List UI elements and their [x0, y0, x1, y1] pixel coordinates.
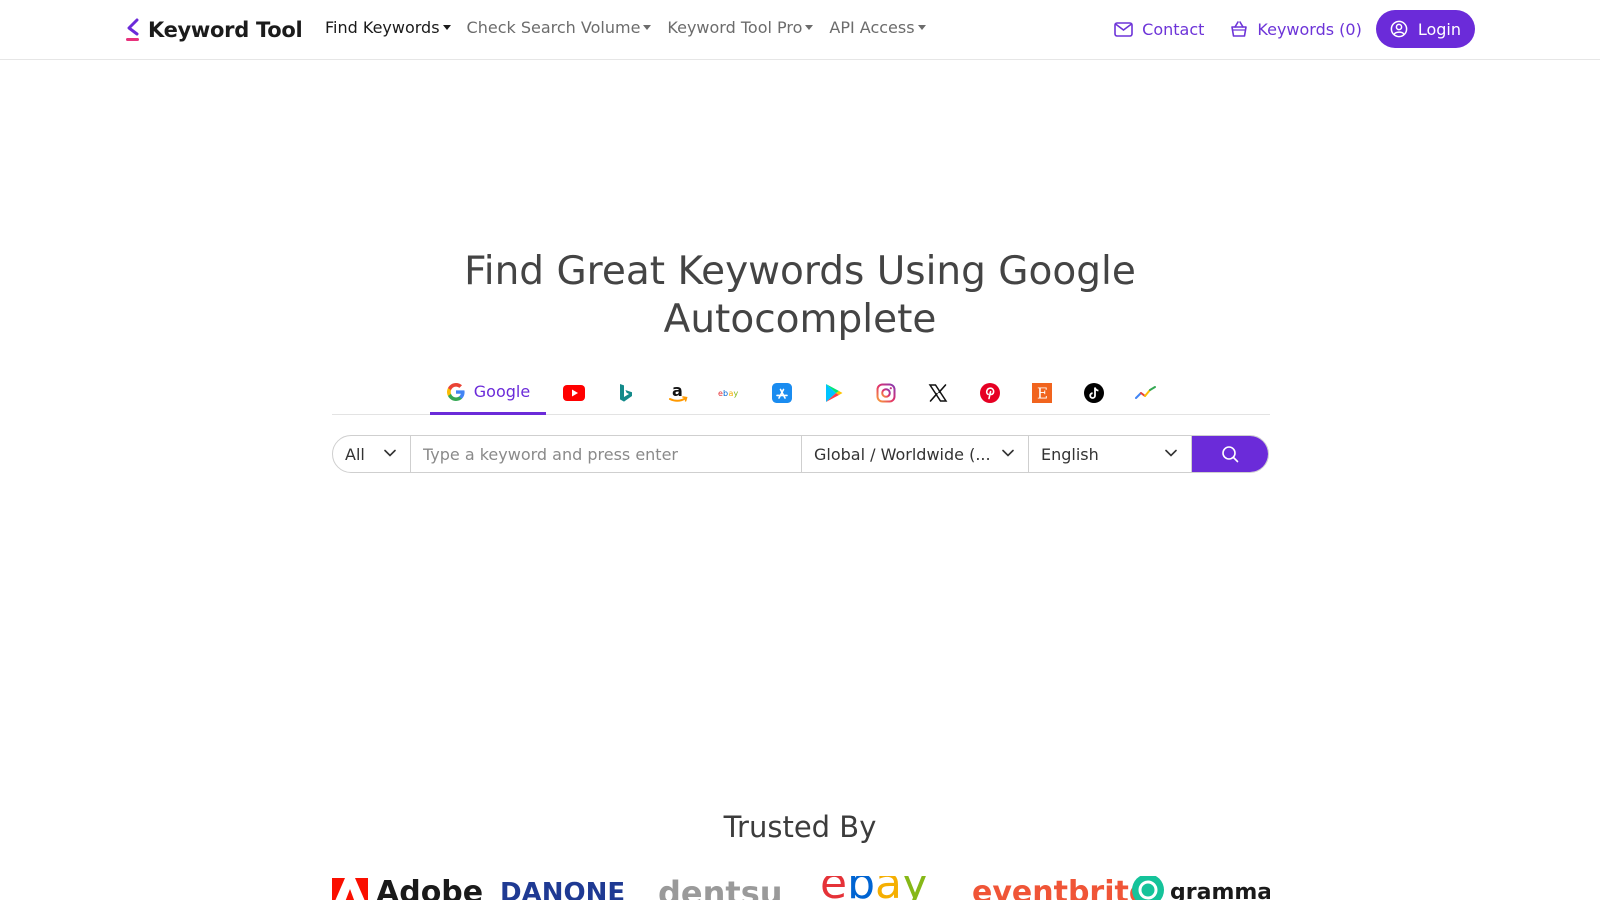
app-store-icon — [772, 383, 792, 403]
keyword-tool-logo-icon — [126, 18, 139, 41]
instagram-icon — [876, 383, 896, 403]
caret-down-icon — [643, 25, 652, 30]
nav-check-search-volume[interactable]: Check Search Volume — [467, 18, 652, 37]
nav-find-keywords[interactable]: Find Keywords — [325, 18, 451, 37]
brand-logo-eventbrite: eventbrite — [972, 876, 1150, 900]
keyword-input-wrapper — [411, 436, 802, 472]
basket-icon — [1231, 21, 1248, 37]
logo[interactable]: Keyword Tool — [124, 14, 303, 46]
svg-text:y: y — [734, 389, 739, 398]
language-value: English — [1041, 444, 1099, 464]
tab-bing[interactable] — [604, 371, 648, 415]
tab-x[interactable] — [916, 371, 960, 415]
tab-instagram[interactable] — [864, 371, 908, 415]
brand-logo-dentsu: dentsu — [658, 876, 783, 900]
envelope-icon — [1114, 21, 1133, 37]
ebay-letter-y: y — [902, 876, 928, 900]
logo-text: Keyword Tool — [148, 18, 303, 42]
tab-youtube[interactable] — [552, 371, 596, 415]
brand-name: Adobe — [376, 876, 484, 900]
tab-etsy[interactable]: E — [1020, 371, 1064, 415]
main-nav: Find Keywords Check Search Volume Keywor… — [325, 18, 942, 37]
x-icon — [928, 384, 948, 402]
nav-keyword-tool-pro[interactable]: Keyword Tool Pro — [667, 18, 814, 37]
nav-label: API Access — [829, 18, 915, 37]
search-type-select[interactable]: All — [333, 436, 411, 472]
chevron-down-icon — [1165, 449, 1177, 457]
tiktok-icon — [1084, 383, 1104, 403]
search-source-tabs: Google a e b a y E — [332, 371, 1270, 415]
brand-logo-grammarly: grammarly — [1132, 876, 1270, 900]
nav-label: Find Keywords — [325, 18, 440, 37]
user-circle-icon — [1390, 20, 1408, 38]
ebay-icon: e b a y — [718, 389, 739, 398]
trusted-by-logos: Adobe DANONE dentsu ebay eventbrite gram… — [332, 876, 1270, 900]
ebay-letter-e: e — [820, 876, 847, 900]
adobe-mark-icon — [332, 878, 368, 900]
tab-trends[interactable] — [1124, 371, 1168, 415]
play-store-icon — [826, 384, 843, 402]
trusted-by-heading: Trusted By — [723, 810, 877, 844]
chevron-down-icon — [1002, 449, 1014, 457]
ebay-letter-b: b — [847, 876, 875, 900]
tab-google[interactable]: Google — [430, 371, 546, 415]
etsy-icon: E — [1032, 383, 1052, 403]
search-icon — [1222, 446, 1239, 463]
tab-ebay[interactable]: e b a y — [708, 371, 752, 415]
keyword-search-input[interactable] — [423, 444, 793, 464]
trends-icon — [1135, 386, 1156, 399]
tab-play-store[interactable] — [812, 371, 856, 415]
brand-name: grammarly — [1170, 880, 1270, 900]
location-select[interactable]: Global / Worldwide (... — [802, 436, 1029, 472]
login-button[interactable]: Login — [1375, 10, 1475, 48]
brand-logo-adobe: Adobe — [332, 878, 483, 900]
tab-google-label: Google — [473, 382, 531, 401]
chevron-down-icon — [384, 449, 396, 457]
caret-down-icon — [442, 25, 451, 30]
pinterest-icon — [980, 383, 1000, 403]
tab-pinterest[interactable] — [968, 371, 1012, 415]
tab-app-store[interactable] — [760, 371, 804, 415]
contact-link[interactable]: Contact — [1114, 20, 1204, 39]
contact-label: Contact — [1142, 19, 1205, 39]
top-navbar: Keyword Tool Find Keywords Check Search … — [0, 0, 1600, 60]
language-select[interactable]: English — [1029, 436, 1192, 472]
nav-api-access[interactable]: API Access — [829, 18, 926, 37]
brand-logo-danone: DANONE — [500, 878, 626, 900]
svg-text:E: E — [1037, 385, 1048, 403]
caret-down-icon — [805, 25, 814, 30]
caret-down-icon — [917, 25, 926, 30]
keywords-label: Keywords (0) — [1257, 19, 1362, 39]
ebay-letter-a: a — [875, 876, 902, 900]
page-title: Find Great Keywords Using Google Autocom… — [464, 249, 1136, 342]
google-icon — [446, 382, 465, 401]
svg-text:a: a — [672, 382, 683, 400]
nav-label: Keyword Tool Pro — [667, 18, 803, 37]
location-value: Global / Worldwide (... — [814, 444, 991, 464]
amazon-icon: a — [669, 382, 688, 402]
grammarly-mark-icon — [1132, 876, 1164, 900]
search-button[interactable] — [1192, 436, 1268, 472]
nav-label: Check Search Volume — [466, 18, 641, 37]
keywords-basket-link[interactable]: Keywords (0) — [1230, 19, 1362, 39]
svg-text:b: b — [723, 389, 728, 398]
keyword-search-form: All Global / Worldwide (... English — [332, 435, 1269, 473]
tab-tiktok[interactable] — [1072, 371, 1116, 415]
youtube-icon — [563, 385, 585, 401]
tab-amazon[interactable]: a — [656, 371, 700, 415]
search-type-value: All — [345, 444, 365, 464]
bing-icon — [620, 384, 632, 402]
brand-logo-ebay: ebay — [820, 876, 928, 900]
login-label: Login — [1417, 19, 1461, 39]
header-actions: Contact Keywords (0) Login — [1114, 10, 1475, 48]
